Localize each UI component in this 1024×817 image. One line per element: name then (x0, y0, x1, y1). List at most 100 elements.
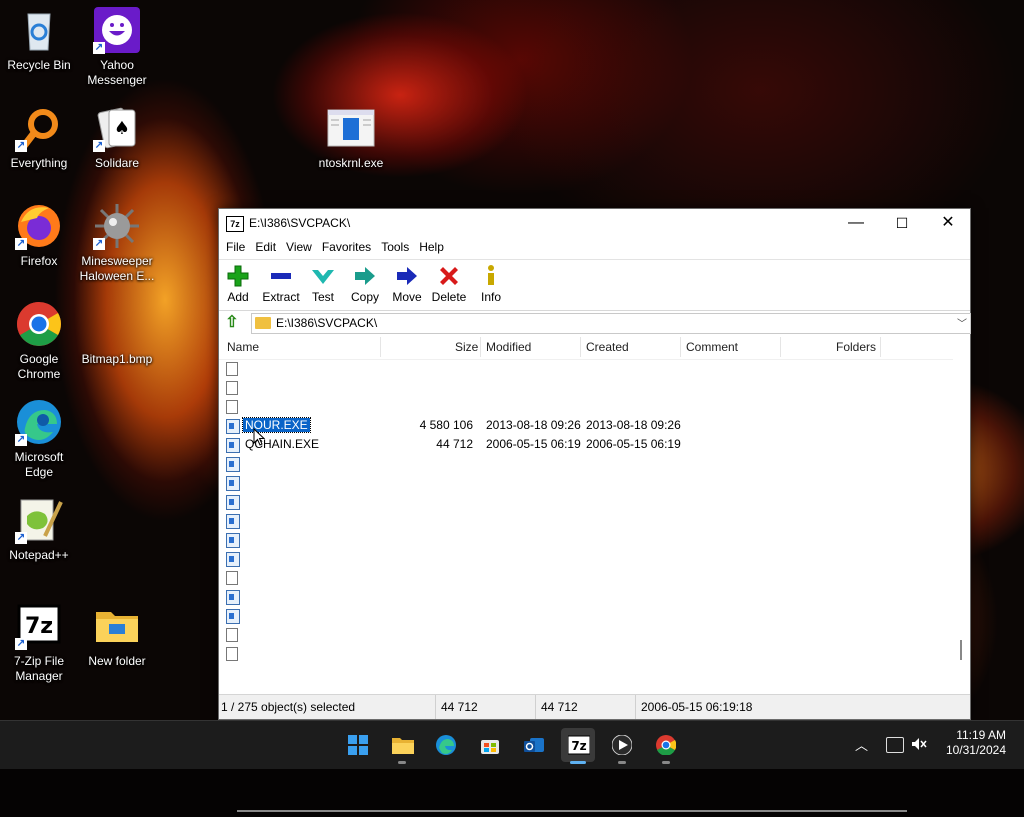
desktop-icon-everything[interactable]: ↗ Everything (0, 104, 78, 171)
column-modified[interactable]: Modified (486, 340, 531, 354)
add-button[interactable]: Add (217, 264, 259, 304)
file-explorer-icon (392, 735, 414, 755)
volume-muted-icon[interactable] (911, 737, 927, 751)
chevron-down-icon[interactable]: ﹀ (957, 315, 967, 330)
column-folders[interactable]: Folders (836, 340, 876, 354)
maximize-button[interactable]: ☐ (879, 209, 925, 237)
vertical-scrollbar[interactable] (953, 335, 970, 691)
exe-file-icon (226, 476, 240, 491)
test-button[interactable]: Test (302, 264, 344, 304)
network-icon[interactable] (886, 737, 904, 753)
extract-button[interactable]: Extract (260, 264, 302, 304)
file-row[interactable] (219, 644, 959, 663)
exe-file-icon (226, 533, 240, 548)
mouse-cursor-icon (253, 428, 265, 446)
taskbar-store[interactable] (473, 728, 507, 762)
show-hidden-icons-chevron-icon[interactable]: ︿ (855, 735, 868, 754)
up-folder-icon[interactable]: ⇧ (223, 314, 241, 332)
start-button[interactable] (341, 728, 375, 762)
menu-favorites[interactable]: Favorites (317, 237, 376, 257)
menu-tools[interactable]: Tools (376, 237, 414, 257)
title-bar[interactable]: 7z E:\I386\SVCPACK\ — ☐ ✕ (219, 209, 970, 237)
column-size[interactable]: Size (455, 340, 478, 354)
file-row[interactable] (219, 397, 959, 416)
toolbar: Add Extract Test Copy Move Delete Info (219, 259, 970, 311)
file-row[interactable]: NOUR.EXE 4 580 106 2013-08-18 09:26 2013-08… (219, 416, 959, 435)
move-arrow-icon (395, 264, 419, 288)
minimize-button[interactable]: — (833, 209, 879, 237)
file-row[interactable] (219, 473, 959, 492)
column-separator[interactable] (680, 337, 681, 357)
file-size: 44 712 (436, 437, 473, 451)
file-row[interactable] (219, 587, 959, 606)
desktop-icon-label: Solidare (94, 156, 140, 170)
file-row[interactable] (219, 511, 959, 530)
menu-help[interactable]: Help (414, 237, 449, 257)
menu-view[interactable]: View (281, 237, 317, 257)
desktop-icon-7zip[interactable]: 7z ↗ 7-Zip File Manager (0, 602, 78, 684)
taskbar-clock[interactable]: 11:19 AM 10/31/2024 (946, 728, 1006, 758)
file-row[interactable] (219, 378, 959, 397)
column-separator[interactable] (880, 337, 881, 357)
menu-edit[interactable]: Edit (250, 237, 281, 257)
taskbar-file-explorer[interactable] (385, 728, 419, 764)
desktop-icon-solidare[interactable]: ♠ ↗ Solidare (78, 104, 156, 171)
status-packed-size: 44 712 (541, 700, 578, 714)
file-row[interactable] (219, 625, 959, 644)
desktop-icon-new-folder[interactable]: New folder (78, 602, 156, 669)
menu-file[interactable]: File (221, 237, 250, 257)
taskbar-outlook[interactable] (517, 728, 551, 762)
close-button[interactable]: ✕ (925, 209, 971, 237)
column-comment[interactable]: Comment (686, 340, 738, 354)
horizontal-scrollbar[interactable] (219, 805, 959, 817)
desktop-icon-minesweeper[interactable]: ↗ Minesweeper Haloween E... (78, 202, 156, 284)
file-row[interactable] (219, 359, 959, 378)
delete-button[interactable]: Delete (428, 264, 470, 304)
desktop-icon-yahoo-messenger[interactable]: ↗ Yahoo Messenger (78, 6, 156, 88)
desktop-icon-label: Bitmap1.bmp (81, 352, 153, 366)
file-row[interactable] (219, 549, 959, 568)
column-created[interactable]: Created (586, 340, 629, 354)
info-label: Info (480, 290, 501, 304)
exe-file-icon (226, 419, 240, 434)
move-button[interactable]: Move (386, 264, 428, 304)
column-separator[interactable] (480, 337, 481, 357)
desktop-icon-microsoft-edge[interactable]: ↗ Microsoft Edge (0, 398, 78, 480)
desktop-icon-recycle-bin[interactable]: Recycle Bin (0, 6, 78, 73)
file-list[interactable]: Name Size Modified Created Comment Folde… (219, 335, 970, 812)
address-field[interactable]: E:\I386\SVCPACK\ ﹀ (251, 313, 971, 334)
copy-button[interactable]: Copy (344, 264, 386, 304)
scroll-thumb[interactable] (237, 810, 907, 812)
desktop-icon-firefox[interactable]: ↗ Firefox (0, 202, 78, 269)
firefox-icon: ↗ (15, 202, 63, 250)
7zip-file-manager-window[interactable]: 7z E:\I386\SVCPACK\ — ☐ ✕ File Edit View Fa… (218, 208, 971, 812)
minus-icon (269, 264, 293, 288)
scroll-thumb[interactable] (960, 640, 962, 660)
delete-x-icon (437, 264, 461, 288)
file-row[interactable] (219, 568, 959, 587)
column-separator[interactable] (780, 337, 781, 357)
desktop-icon-google-chrome[interactable]: Google Chrome (0, 300, 78, 382)
file-row[interactable] (219, 454, 959, 473)
svg-text:7z: 7z (571, 739, 586, 753)
desktop-icon-label: Google Chrome (17, 352, 61, 381)
status-separator (535, 695, 536, 719)
taskbar-7zip[interactable]: 7z (561, 728, 595, 764)
file-row[interactable] (219, 606, 959, 625)
desktop-icon-notepadpp[interactable]: ↗ Notepad++ (0, 496, 78, 563)
file-row[interactable]: QCHAIN.EXE 44 712 2006-05-15 06:19 2006-05-… (219, 435, 959, 454)
column-separator[interactable] (580, 337, 581, 357)
everything-search-icon: ↗ (15, 104, 63, 152)
svg-text:7z: 7z (25, 614, 53, 639)
file-row[interactable] (219, 530, 959, 549)
info-button[interactable]: Info (470, 264, 512, 304)
desktop-icon-bitmap1[interactable]: Bitmap1.bmp (78, 300, 156, 367)
desktop-icon-label: Firefox (20, 254, 58, 268)
file-row[interactable] (219, 492, 959, 511)
column-name[interactable]: Name (227, 340, 259, 354)
taskbar-chrome[interactable] (649, 728, 683, 764)
taskbar-edge[interactable] (429, 728, 463, 762)
column-separator[interactable] (380, 337, 381, 357)
desktop-icon-ntoskrnl[interactable]: ntoskrnl.exe (312, 104, 390, 171)
taskbar-media-player[interactable] (605, 728, 639, 764)
